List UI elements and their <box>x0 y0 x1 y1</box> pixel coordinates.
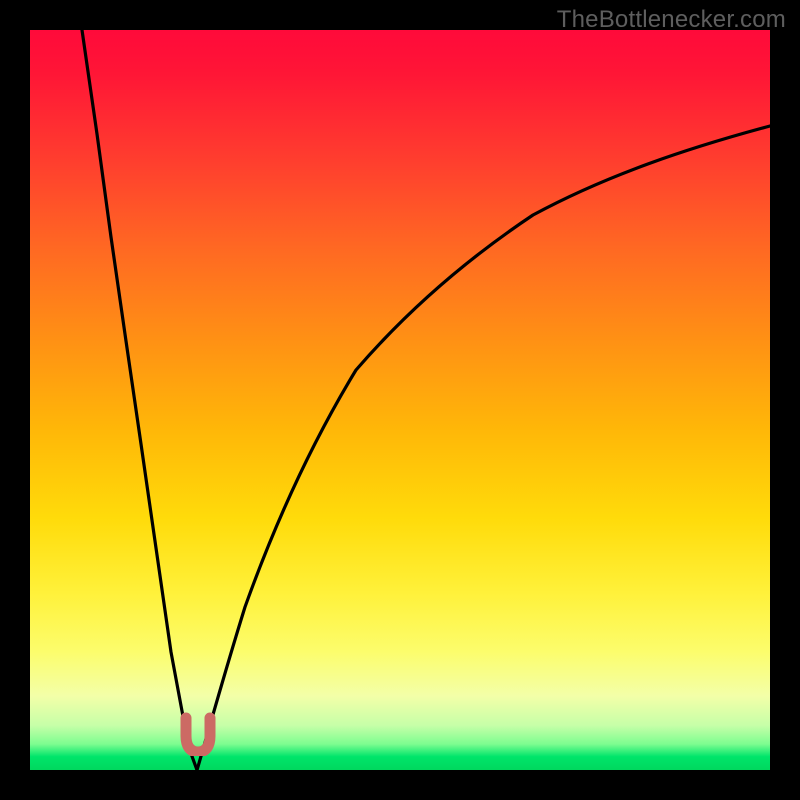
bottleneck-curve <box>30 30 770 770</box>
chart-frame: TheBottlenecker.com <box>0 0 800 800</box>
minimum-marker <box>176 712 220 756</box>
curve-right-branch <box>197 126 770 770</box>
plot-area <box>30 30 770 770</box>
curve-left-branch <box>82 30 197 770</box>
u-marker-icon <box>186 718 210 752</box>
